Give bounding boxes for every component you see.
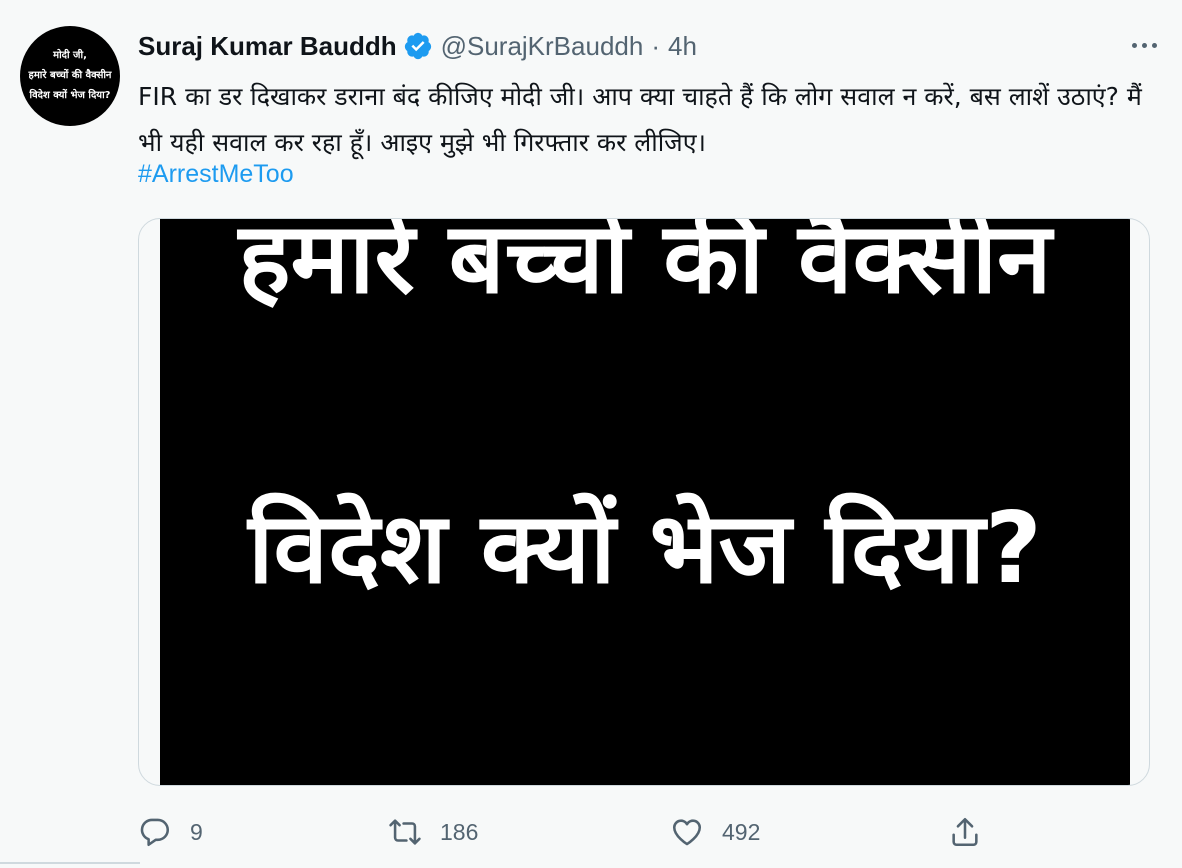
- tweet-text: FIR का डर दिखाकर डराना बंद कीजिए मोदी जी…: [138, 82, 1142, 157]
- author-name[interactable]: Suraj Kumar Bauddh: [138, 31, 397, 62]
- hashtag-link[interactable]: #ArrestMeToo: [138, 154, 294, 194]
- divider: [0, 862, 140, 864]
- tweet-timestamp[interactable]: 4h: [668, 31, 697, 62]
- share-button[interactable]: [948, 810, 1000, 854]
- author-handle[interactable]: @SurajKrBauddh: [441, 31, 644, 62]
- reply-button[interactable]: 9: [138, 810, 203, 854]
- reply-count: 9: [190, 818, 203, 845]
- avatar-text-line-1: मोदी जी,: [53, 50, 87, 61]
- separator-dot: ·: [651, 30, 660, 61]
- media-text-line-2: विदेश क्यों भेज दिया?: [248, 492, 1042, 606]
- tweet-media[interactable]: हमारे बच्चों की वैक्सीन विदेश क्यों भेज …: [138, 218, 1150, 786]
- retweet-button[interactable]: 186: [388, 810, 478, 854]
- media-image[interactable]: हमारे बच्चों की वैक्सीन विदेश क्यों भेज …: [160, 219, 1130, 785]
- like-button[interactable]: 492: [670, 810, 760, 854]
- heart-icon: [672, 819, 702, 846]
- tweet-header: Suraj Kumar Bauddh @SurajKrBauddh · 4h: [138, 28, 697, 64]
- media-text-line-1: हमारे बच्चों की वैक्सीन: [238, 219, 1052, 316]
- like-count: 492: [722, 818, 761, 845]
- retweet-icon: [389, 819, 421, 845]
- tweet-actions: 9 186 492: [138, 810, 1148, 854]
- more-options-icon[interactable]: [1124, 30, 1164, 60]
- retweet-count: 186: [440, 818, 479, 845]
- verified-badge-icon: [403, 31, 433, 61]
- avatar-text-line-2: हमारे बच्चों की वैक्सीन: [28, 70, 112, 81]
- share-icon: [952, 817, 978, 847]
- avatar-text-line-3: विदेश क्यों भेज दिया?: [29, 90, 111, 101]
- author-avatar[interactable]: मोदी जी, हमारे बच्चों की वैक्सीन विदेश क…: [20, 26, 120, 126]
- reply-icon: [140, 818, 170, 847]
